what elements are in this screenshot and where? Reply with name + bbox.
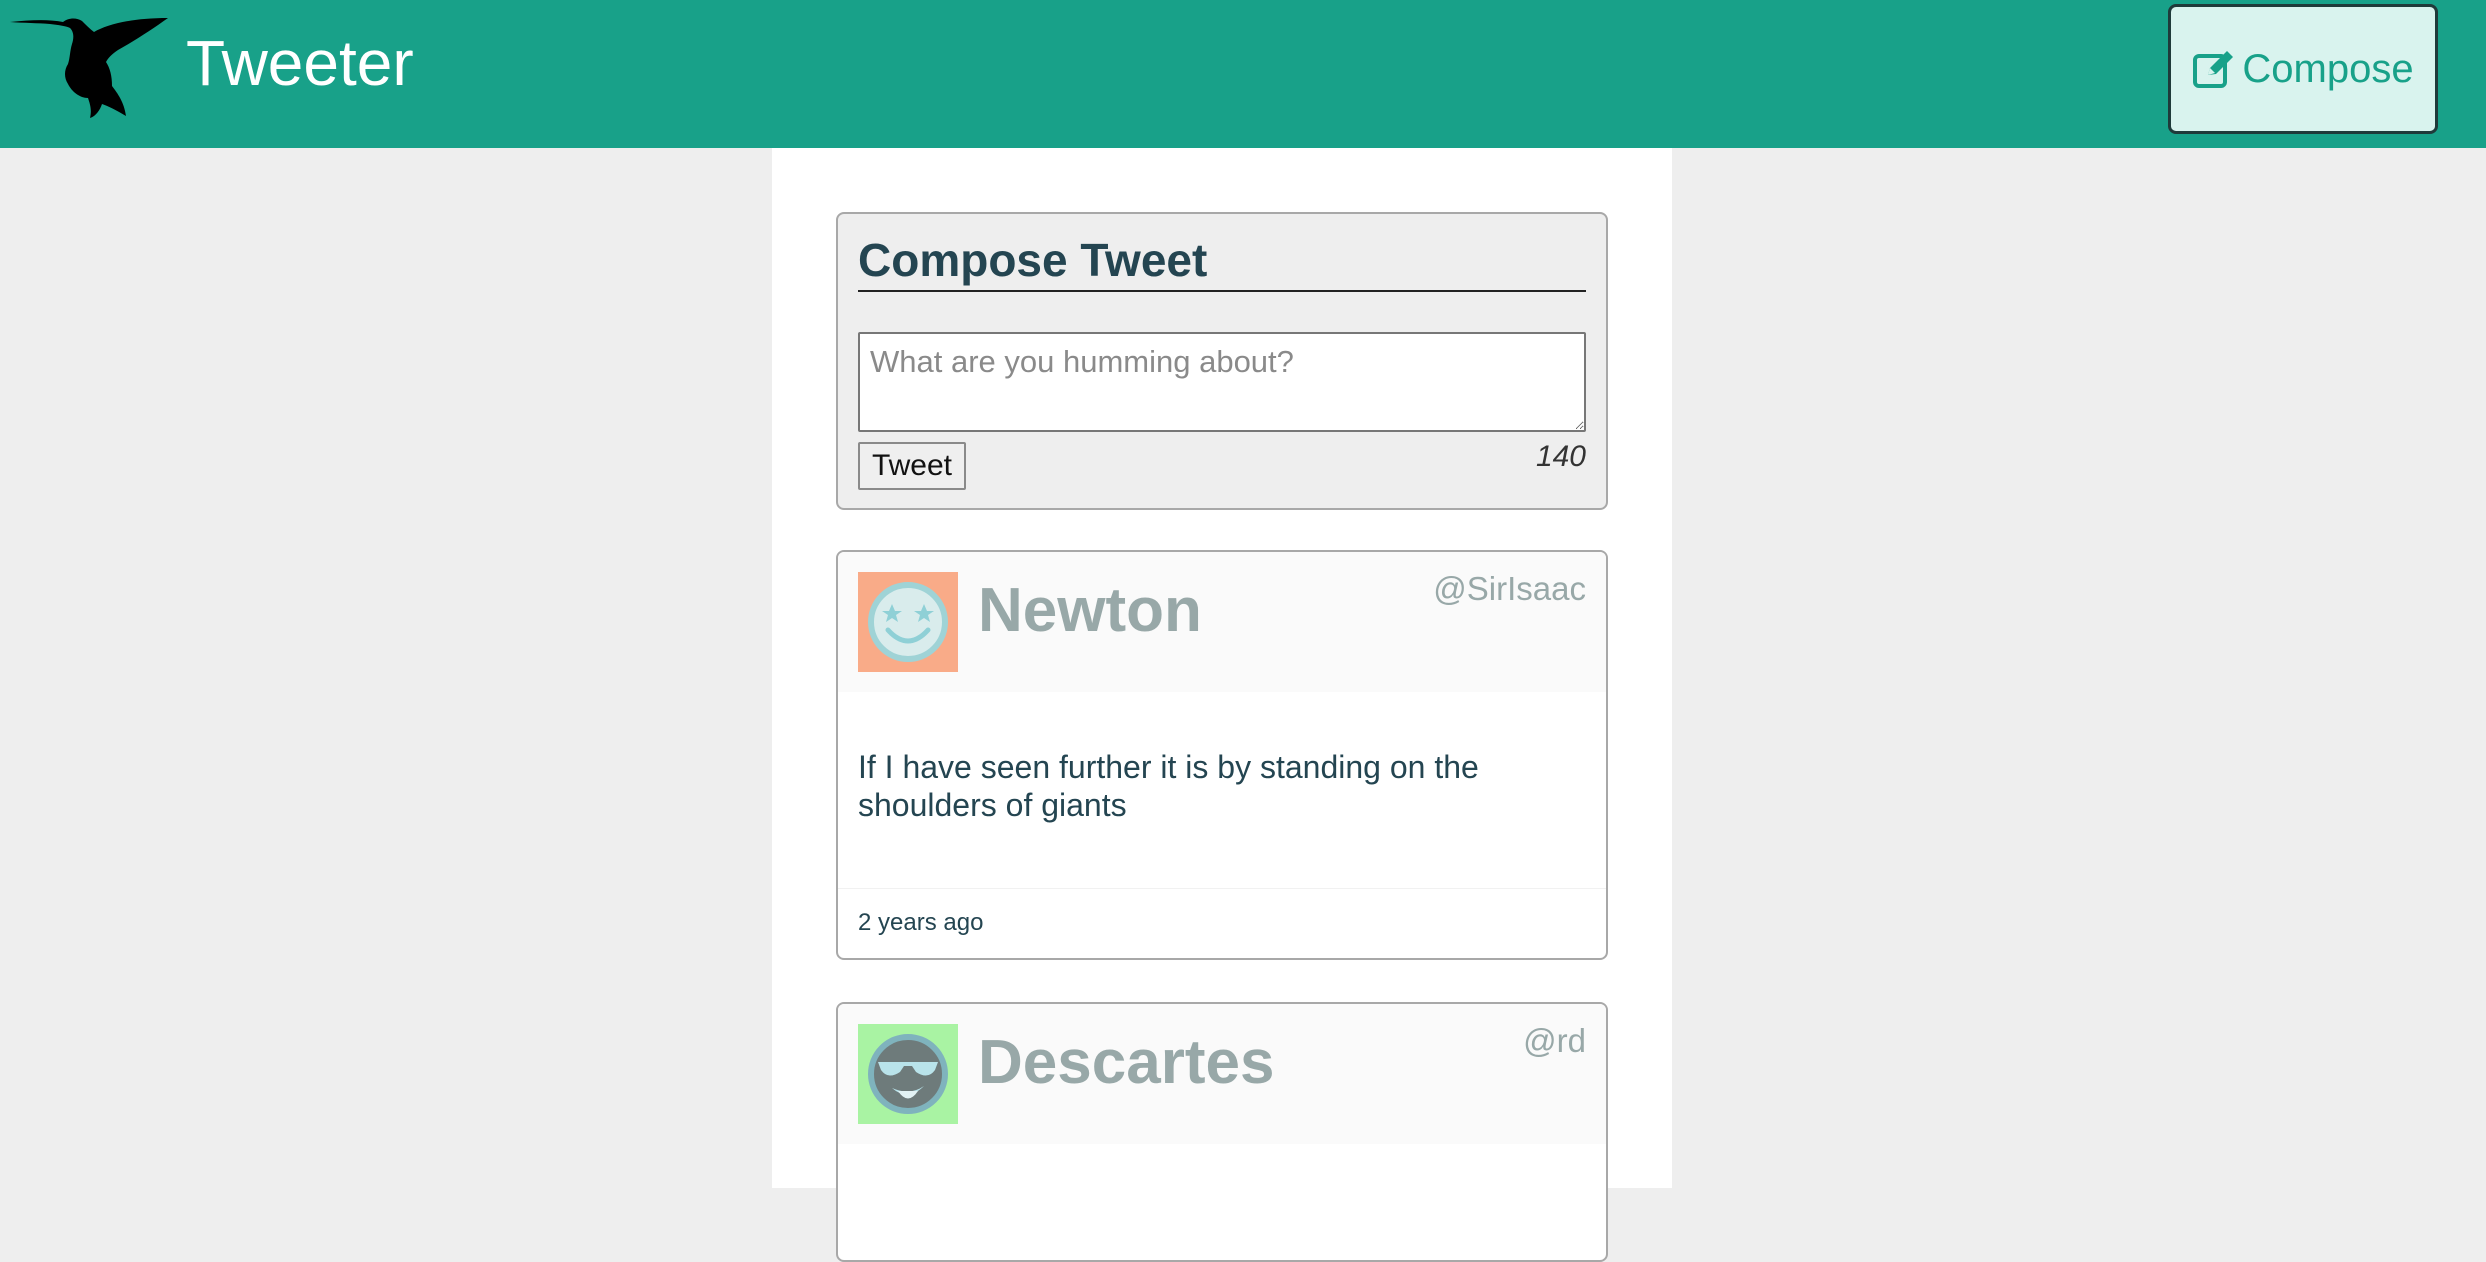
compose-button[interactable]: Compose <box>2168 4 2438 134</box>
author-name: Newton <box>978 576 1202 645</box>
tweet-text-input[interactable] <box>858 332 1586 432</box>
edit-icon <box>2193 51 2234 88</box>
author-handle: @SirIsaac <box>1433 570 1586 607</box>
tweet-text: If I have seen further it is by standing… <box>858 749 1479 823</box>
author-name: Descartes <box>978 1028 1275 1097</box>
tweet-submit-button[interactable]: Tweet <box>858 442 966 490</box>
main-column: Compose Tweet Tweet 140 Newton @SirIsaac… <box>772 148 1672 1262</box>
tweet-header: Newton @SirIsaac <box>838 552 1606 692</box>
tweet-card: Descartes @rd <box>836 1002 1608 1262</box>
compose-button-label: Compose <box>2242 46 2414 91</box>
tweet-timestamp: 2 years ago <box>858 909 984 936</box>
compose-tweet-panel: Compose Tweet Tweet 140 <box>836 212 1608 510</box>
star-eyes-smiley-avatar <box>858 572 958 672</box>
tweet-card: Newton @SirIsaac If I have seen further … <box>836 550 1608 960</box>
tweet-footer: 2 years ago <box>838 888 1606 958</box>
top-nav: Tweeter Compose <box>0 0 2486 148</box>
author-handle: @rd <box>1523 1022 1586 1059</box>
compose-title: Compose Tweet <box>858 234 1586 292</box>
tweet-header: Descartes @rd <box>838 1004 1606 1144</box>
sunglasses-smiley-avatar <box>858 1024 958 1124</box>
app-title: Tweeter <box>186 27 414 99</box>
hummingbird-icon <box>10 18 168 118</box>
character-counter: 140 <box>1535 440 1586 473</box>
